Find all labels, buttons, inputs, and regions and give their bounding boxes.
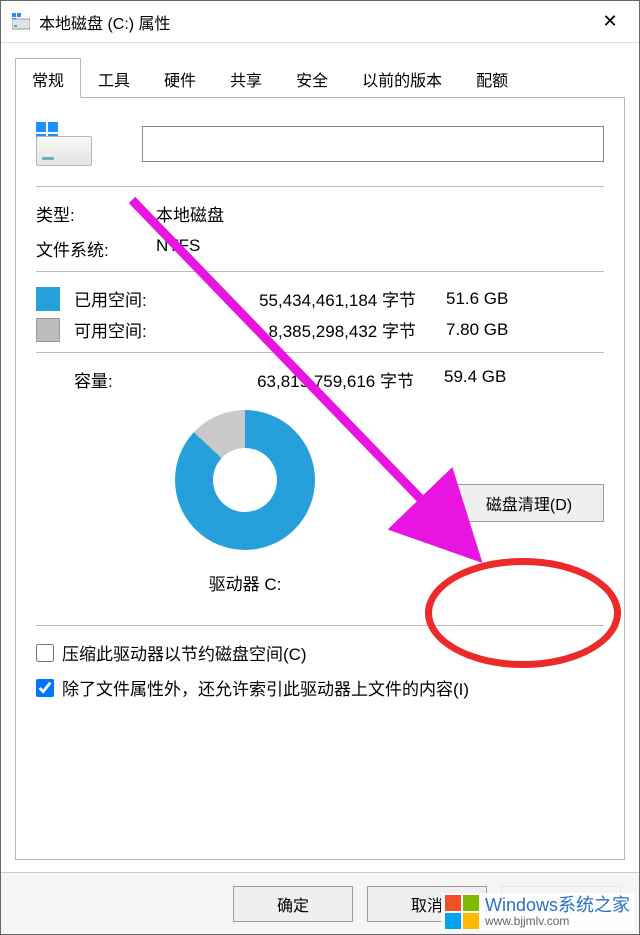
type-row: 类型: 本地磁盘 xyxy=(36,201,604,226)
used-bytes: 55,434,461,184 字节 xyxy=(196,286,416,311)
index-checkbox-row[interactable]: 除了文件属性外，还允许索引此驱动器上文件的内容(I) xyxy=(36,675,604,700)
tab-strip: 常规 工具 硬件 共享 安全 以前的版本 配额 xyxy=(1,43,639,97)
filesystem-value: NTFS xyxy=(156,236,200,261)
tab-hardware[interactable]: 硬件 xyxy=(147,58,213,98)
disk-cleanup-button[interactable]: 磁盘清理(D) xyxy=(454,484,604,522)
index-label: 除了文件属性外，还允许索引此驱动器上文件的内容(I) xyxy=(62,675,469,700)
used-swatch xyxy=(36,287,60,311)
tab-quota[interactable]: 配额 xyxy=(459,58,525,98)
usage-donut-chart xyxy=(175,410,315,550)
free-gb: 7.80 GB xyxy=(446,320,526,340)
compress-label: 压缩此驱动器以节约磁盘空间(C) xyxy=(62,640,307,665)
drive-large-icon xyxy=(36,122,92,166)
free-space-row: 可用空间: 8,385,298,432 字节 7.80 GB xyxy=(36,317,604,342)
separator xyxy=(36,186,604,187)
watermark-url: www.bjjmlv.com xyxy=(485,915,630,928)
separator xyxy=(36,625,604,626)
separator xyxy=(36,352,604,353)
free-label: 可用空间: xyxy=(74,317,196,342)
separator xyxy=(36,271,604,272)
tab-general[interactable]: 常规 xyxy=(15,58,81,98)
compress-checkbox[interactable] xyxy=(36,644,54,662)
free-swatch xyxy=(36,318,60,342)
drive-caption: 驱动器 C: xyxy=(209,570,282,595)
free-bytes: 8,385,298,432 字节 xyxy=(196,317,416,342)
tab-panel-general: 类型: 本地磁盘 文件系统: NTFS 已用空间: 55,434,461,184… xyxy=(15,97,625,860)
tab-previous[interactable]: 以前的版本 xyxy=(345,58,459,98)
tab-tools[interactable]: 工具 xyxy=(81,58,147,98)
drive-name-input[interactable] xyxy=(142,126,604,162)
compress-checkbox-row[interactable]: 压缩此驱动器以节约磁盘空间(C) xyxy=(36,640,604,665)
tab-security[interactable]: 安全 xyxy=(279,58,345,98)
used-label: 已用空间: xyxy=(74,286,196,311)
ok-button[interactable]: 确定 xyxy=(233,886,353,922)
used-space-row: 已用空间: 55,434,461,184 字节 51.6 GB xyxy=(36,286,604,311)
capacity-gb: 59.4 GB xyxy=(444,367,524,392)
used-gb: 51.6 GB xyxy=(446,289,526,309)
windows-logo-icon xyxy=(445,895,479,929)
capacity-label: 容量: xyxy=(74,367,194,392)
filesystem-label: 文件系统: xyxy=(36,236,156,261)
drive-name-row xyxy=(36,122,604,166)
window-title: 本地磁盘 (C:) 属性 xyxy=(39,10,585,34)
type-value: 本地磁盘 xyxy=(156,201,224,226)
type-label: 类型: xyxy=(36,201,156,226)
tab-sharing[interactable]: 共享 xyxy=(213,58,279,98)
properties-dialog: 本地磁盘 (C:) 属性 ✕ 常规 工具 硬件 共享 安全 以前的版本 配额 类… xyxy=(0,0,640,935)
capacity-row: 容量: 63,819,759,616 字节 59.4 GB xyxy=(36,367,604,392)
titlebar: 本地磁盘 (C:) 属性 ✕ xyxy=(1,1,639,43)
filesystem-row: 文件系统: NTFS xyxy=(36,236,604,261)
watermark-title: Windows系统之家 xyxy=(485,896,630,916)
index-checkbox[interactable] xyxy=(36,679,54,697)
capacity-bytes: 63,819,759,616 字节 xyxy=(194,367,414,392)
watermark: Windows系统之家 www.bjjmlv.com xyxy=(441,893,634,931)
drive-icon xyxy=(11,12,31,32)
pie-area: 驱动器 C: 磁盘清理(D) xyxy=(36,410,604,595)
close-button[interactable]: ✕ xyxy=(585,1,635,42)
